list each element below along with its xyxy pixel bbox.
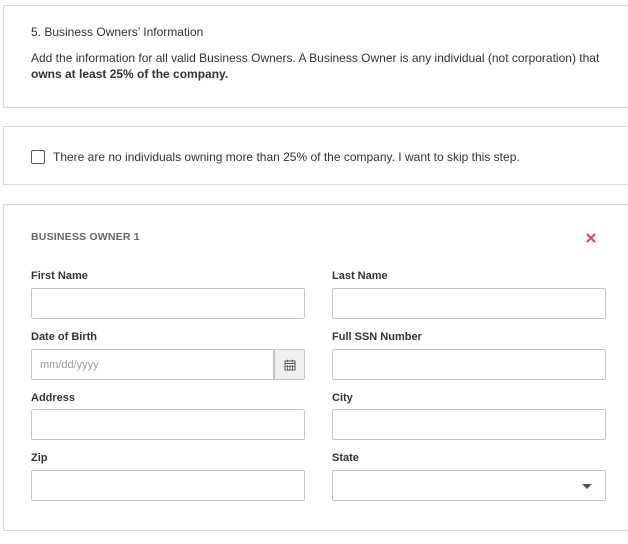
close-x-icon[interactable] — [584, 231, 598, 245]
business-owner-card: BUSINESS OWNER 1 First Name Last Name Da… — [3, 204, 628, 531]
date-picker-button[interactable] — [274, 349, 305, 380]
address-label: Address — [31, 392, 76, 404]
city-input[interactable] — [332, 409, 606, 440]
skip-step-label[interactable]: There are no individuals owning more tha… — [53, 150, 520, 164]
first-name-input[interactable] — [31, 288, 305, 319]
caret-down-icon — [582, 484, 592, 489]
first-name-label: First Name — [31, 270, 88, 282]
description-emphasis: owns at least 25% of the company. — [31, 67, 229, 81]
section-description: Add the information for all valid Busine… — [31, 50, 601, 82]
zip-label: Zip — [31, 452, 48, 464]
date-of-birth-input[interactable] — [31, 349, 274, 380]
address-input[interactable] — [31, 409, 305, 440]
ssn-label: Full SSN Number — [332, 331, 422, 343]
business-owner-title: BUSINESS OWNER 1 — [31, 231, 140, 243]
state-select[interactable] — [332, 470, 606, 501]
description-text: Add the information for all valid Busine… — [31, 51, 600, 65]
ssn-input[interactable] — [332, 349, 606, 380]
business-owners-info-card: 5. Business Owners’ Information Add the … — [3, 5, 628, 108]
last-name-label: Last Name — [332, 270, 388, 282]
zip-input[interactable] — [31, 470, 305, 501]
city-label: City — [332, 392, 353, 404]
skip-step-card: There are no individuals owning more tha… — [3, 126, 628, 185]
section-title: 5. Business Owners’ Information — [31, 25, 204, 39]
last-name-input[interactable] — [332, 288, 606, 319]
state-label: State — [332, 452, 359, 464]
date-of-birth-label: Date of Birth — [31, 331, 97, 343]
calendar-icon — [284, 359, 295, 370]
skip-step-checkbox[interactable] — [31, 150, 45, 164]
